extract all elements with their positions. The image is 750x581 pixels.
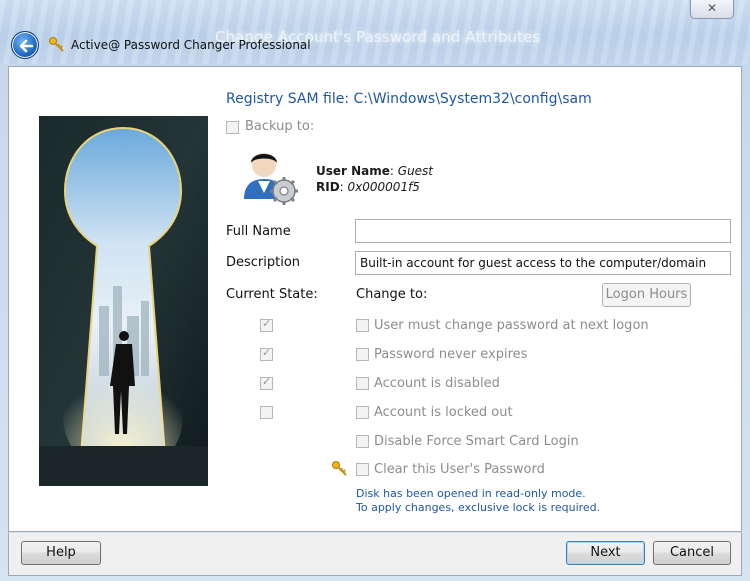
sam-file-path: Registry SAM file: C:\Windows\System32\c… [226, 91, 592, 107]
keyhole-illustration [39, 116, 208, 486]
help-button[interactable]: Help [21, 541, 101, 565]
full-name-label: Full Name [226, 224, 291, 239]
rid-value: 0x000001f5 [347, 180, 420, 194]
current-state-checkbox [260, 406, 273, 419]
app-title: Active@ Password Changer Professional [71, 38, 311, 52]
dialog-window: Change Account's Password and Attributes… [0, 0, 750, 581]
full-name-field[interactable] [355, 219, 731, 243]
change-to-label: Change to: [356, 287, 428, 302]
option-label: Account is disabled [374, 376, 500, 391]
account-locked-out-checkbox[interactable] [356, 406, 369, 419]
must-change-password-checkbox[interactable] [356, 319, 369, 332]
current-state-label: Current State: [226, 287, 318, 302]
back-button[interactable] [11, 31, 39, 59]
user-name-label: User Name [316, 164, 390, 178]
keys-icon [49, 37, 64, 52]
user-name-value: Guest [397, 164, 434, 178]
keys-icon [332, 461, 347, 476]
user-gear-icon [244, 153, 298, 205]
next-button[interactable]: Next [566, 541, 645, 565]
option-label: Password never expires [374, 347, 528, 362]
clear-password-checkbox[interactable] [356, 463, 369, 476]
description-field[interactable] [355, 251, 731, 275]
rid-label: RID [316, 180, 340, 194]
current-state-checkbox [260, 317, 273, 332]
user-info: User Name: Guest RID: 0x000001f5 [316, 164, 434, 194]
option-label: User must change password at next logon [374, 318, 649, 333]
logon-hours-button[interactable]: Logon Hours [602, 283, 691, 307]
current-state-checkbox [260, 346, 273, 361]
description-label: Description [226, 255, 301, 270]
option-label: Account is locked out [374, 405, 513, 420]
option-label: Clear this User's Password [374, 462, 545, 477]
read-only-note: Disk has been opened in read-only mode. [356, 487, 586, 500]
disable-smart-card-checkbox[interactable] [356, 435, 369, 448]
cancel-button[interactable]: Cancel [653, 541, 731, 565]
exclusive-lock-note: To apply changes, exclusive lock is requ… [356, 501, 601, 514]
password-never-expires-checkbox[interactable] [356, 348, 369, 361]
current-state-checkbox [260, 375, 273, 390]
option-label: Disable Force Smart Card Login [374, 434, 579, 449]
account-disabled-checkbox[interactable] [356, 377, 369, 390]
back-arrow-icon [19, 39, 34, 53]
backup-checkbox[interactable] [226, 121, 239, 134]
close-button[interactable]: ✕ [690, 0, 734, 19]
backup-label: Backup to: [245, 119, 315, 134]
